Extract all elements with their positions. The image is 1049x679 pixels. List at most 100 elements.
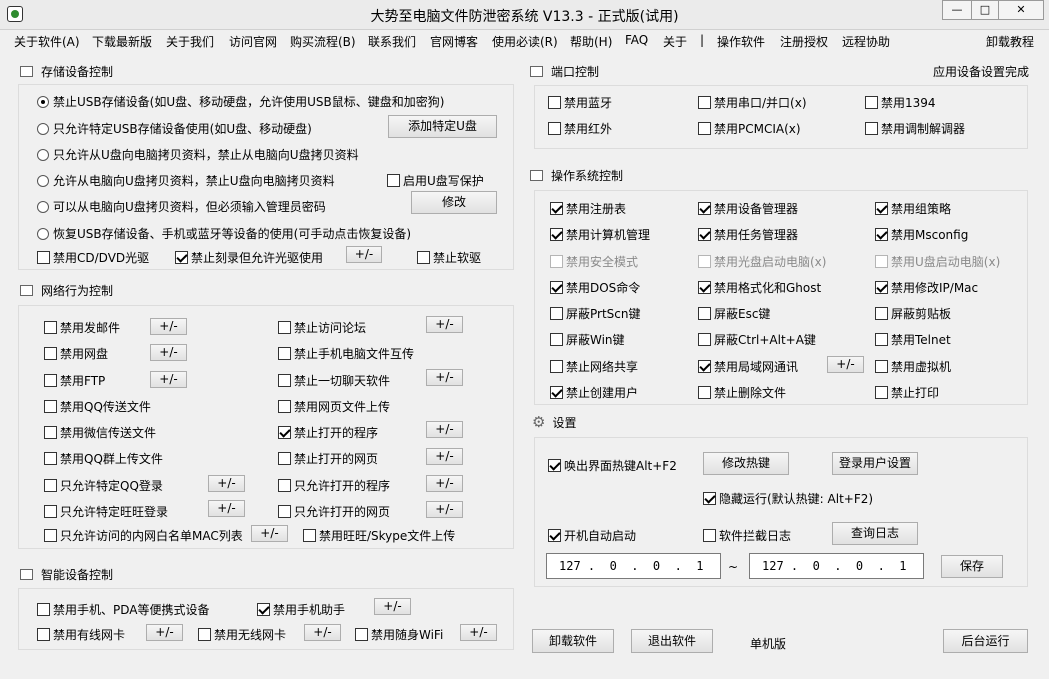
forum-plus-minus-button[interactable]: +/- (426, 316, 463, 333)
menu-must-read[interactable]: 使用必读(R) (492, 33, 558, 50)
menu-download[interactable]: 下载最新版 (92, 33, 152, 50)
checkbox-disable-bluetooth[interactable]: 禁用蓝牙 (548, 94, 612, 111)
portable-wifi-plus-minus-button[interactable]: +/- (460, 624, 497, 641)
save-button[interactable]: 保存 (941, 555, 1003, 578)
menu-website[interactable]: 访问官网 (229, 33, 277, 50)
modify-password-button[interactable]: 修改 (411, 191, 497, 214)
checkbox-disable-lan-communication[interactable]: 禁用局域网通讯 (698, 358, 798, 375)
checkbox-block-webpages[interactable]: 禁止打开的网页 (278, 450, 378, 467)
radio-password-copy[interactable]: 可以从电脑向U盘拷贝资料，但必须输入管理员密码 (37, 198, 326, 215)
view-log-button[interactable]: 查询日志 (832, 522, 918, 545)
checkbox-hotkey[interactable]: 唤出界面热键Alt+F2 (548, 457, 677, 474)
checkbox-disable-floppy[interactable]: 禁止软驱 (417, 249, 481, 266)
menu-blog[interactable]: 官网博客 (430, 33, 478, 50)
checkbox-disable-serial-parallel[interactable]: 禁用串口/并口(x) (698, 94, 807, 111)
checkbox-usb-write-protect[interactable]: 启用U盘写保护 (387, 172, 484, 189)
checkbox-disable-modem[interactable]: 禁用调制解调器 (865, 120, 965, 137)
checkbox-disable-pcmcia[interactable]: 禁用PCMCIA(x) (698, 120, 801, 137)
checkbox-allow-specific-qq[interactable]: 只允许特定QQ登录 (44, 477, 163, 494)
checkbox-block-print[interactable]: 禁止打印 (875, 384, 939, 401)
checkbox-disable-wechat-file[interactable]: 禁用微信传送文件 (44, 424, 156, 441)
ip-from-input[interactable]: 127 . 0 . 0 . 1 (546, 553, 721, 579)
checkbox-disable-group-policy[interactable]: 禁用组策略 (875, 200, 951, 217)
lan-plus-minus-button[interactable]: +/- (827, 356, 864, 373)
checkbox-disable-infrared[interactable]: 禁用红外 (548, 120, 612, 137)
checkbox-block-win[interactable]: 屏蔽Win键 (550, 331, 625, 348)
chat-plus-minus-button[interactable]: +/- (426, 369, 463, 386)
checkbox-disable-cd-boot[interactable]: 禁用光盘启动电脑(x) (698, 253, 826, 270)
modify-hotkey-button[interactable]: 修改热键 (703, 452, 789, 475)
checkbox-block-chat[interactable]: 禁止一切聊天软件 (278, 372, 390, 389)
checkbox-disable-computer-management[interactable]: 禁用计算机管理 (550, 226, 650, 243)
login-user-settings-button[interactable]: 登录用户设置 (832, 452, 918, 475)
checkbox-disable-registry[interactable]: 禁用注册表 (550, 200, 626, 217)
menu-about-software[interactable]: 关于软件(A) (14, 33, 80, 50)
maximize-button[interactable]: □ (971, 0, 999, 20)
radio-restore-devices[interactable]: 恢复USB存储设备、手机或蓝牙等设备的使用(可手动点击恢复设备) (37, 225, 411, 242)
checkbox-block-clipboard[interactable]: 屏蔽剪贴板 (875, 305, 951, 322)
menu-remote-help[interactable]: 远程协助 (842, 33, 890, 50)
checkbox-disable-format-ghost[interactable]: 禁用格式化和Ghost (698, 279, 821, 296)
menu-purchase[interactable]: 购买流程(B) (290, 33, 356, 50)
checkbox-disable-portable-wifi[interactable]: 禁用随身WiFi (355, 626, 443, 643)
checkbox-mac-whitelist[interactable]: 只允许访问的内网白名单MAC列表 (44, 527, 243, 544)
checkbox-block-phone-transfer[interactable]: 禁止手机电脑文件互传 (278, 345, 414, 362)
qq-plus-minus-button[interactable]: +/- (208, 475, 245, 492)
checkbox-intercept-log[interactable]: 软件拦截日志 (703, 527, 791, 544)
allow-webpages-plus-minus-button[interactable]: +/- (426, 501, 463, 518)
ftp-plus-minus-button[interactable]: +/- (150, 371, 187, 388)
checkbox-hide-run[interactable]: 隐藏运行(默认热键: Alt+F2) (703, 490, 873, 507)
checkbox-disable-dos[interactable]: 禁用DOS命令 (550, 279, 640, 296)
radio-allow-specific-usb[interactable]: 只允许特定USB存储设备使用(如U盘、移动硬盘) (37, 120, 312, 137)
checkbox-disable-ftp[interactable]: 禁用FTP (44, 372, 105, 389)
menu-contact[interactable]: 联系我们 (368, 33, 416, 50)
checkbox-allow-webpages[interactable]: 只允许打开的网页 (278, 503, 390, 520)
menu-operate[interactable]: 操作软件 (717, 33, 765, 50)
checkbox-disable-qq-group-upload[interactable]: 禁用QQ群上传文件 (44, 450, 163, 467)
checkbox-autostart[interactable]: 开机自动启动 (548, 527, 636, 544)
checkbox-disable-usb-boot[interactable]: 禁用U盘启动电脑(x) (875, 253, 1000, 270)
wangwang-plus-minus-button[interactable]: +/- (208, 500, 245, 517)
checkbox-disable-ip-mac-change[interactable]: 禁用修改IP/Mac (875, 279, 978, 296)
programs-plus-minus-button[interactable]: +/- (426, 421, 463, 438)
webpages-plus-minus-button[interactable]: +/- (426, 448, 463, 465)
exit-software-button[interactable]: 退出软件 (631, 629, 713, 653)
menu-faq[interactable]: FAQ (625, 33, 648, 47)
checkbox-disable-vm[interactable]: 禁用虚拟机 (875, 358, 951, 375)
checkbox-disable-task-manager[interactable]: 禁用任务管理器 (698, 226, 798, 243)
menu-help[interactable]: 帮助(H) (570, 33, 612, 50)
checkbox-disable-qq-file[interactable]: 禁用QQ传送文件 (44, 398, 151, 415)
checkbox-block-network-share[interactable]: 禁止网络共享 (550, 358, 638, 375)
burn-plus-minus-button[interactable]: +/- (346, 246, 382, 263)
checkbox-block-forum[interactable]: 禁止访问论坛 (278, 319, 366, 336)
checkbox-block-delete-files[interactable]: 禁止删除文件 (698, 384, 786, 401)
checkbox-disable-phone-assistant[interactable]: 禁用手机助手 (257, 601, 345, 618)
checkbox-disable-netdisk[interactable]: 禁用网盘 (44, 345, 108, 362)
wireless-nic-plus-minus-button[interactable]: +/- (304, 624, 341, 641)
menu-about[interactable]: 关于 (663, 33, 687, 50)
checkbox-block-programs[interactable]: 禁止打开的程序 (278, 424, 378, 441)
phone-assistant-plus-minus-button[interactable]: +/- (374, 598, 411, 615)
checkbox-disable-wired-nic[interactable]: 禁用有线网卡 (37, 626, 125, 643)
checkbox-disable-telnet[interactable]: 禁用Telnet (875, 331, 951, 348)
checkbox-block-burning[interactable]: 禁止刻录但允许光驱使用 (175, 249, 323, 266)
uninstall-software-button[interactable]: 卸载软件 (532, 629, 614, 653)
add-specific-usb-button[interactable]: 添加特定U盘 (388, 115, 497, 138)
wired-nic-plus-minus-button[interactable]: +/- (146, 624, 183, 641)
menu-about-us[interactable]: 关于我们 (166, 33, 214, 50)
checkbox-disable-email[interactable]: 禁用发邮件 (44, 319, 120, 336)
close-button[interactable]: ✕ (998, 0, 1044, 20)
checkbox-disable-cd[interactable]: 禁用CD/DVD光驱 (37, 249, 149, 266)
allow-programs-plus-minus-button[interactable]: +/- (426, 475, 463, 492)
checkbox-allow-programs[interactable]: 只允许打开的程序 (278, 477, 390, 494)
checkbox-block-esc[interactable]: 屏蔽Esc键 (698, 305, 770, 322)
checkbox-disable-wangwang-skype-upload[interactable]: 禁用旺旺/Skype文件上传 (303, 527, 455, 544)
checkbox-block-prtscn[interactable]: 屏蔽PrtScn键 (550, 305, 641, 322)
ip-to-input[interactable]: 127 . 0 . 0 . 1 (749, 553, 924, 579)
checkbox-disable-web-upload[interactable]: 禁用网页文件上传 (278, 398, 390, 415)
checkbox-disable-safe-mode[interactable]: 禁用安全模式 (550, 253, 638, 270)
minimize-button[interactable]: — (942, 0, 972, 20)
radio-pc-to-usb-only[interactable]: 允许从电脑向U盘拷贝资料，禁止U盘向电脑拷贝资料 (37, 172, 335, 189)
email-plus-minus-button[interactable]: +/- (150, 318, 187, 335)
checkbox-disable-wireless-nic[interactable]: 禁用无线网卡 (198, 626, 286, 643)
